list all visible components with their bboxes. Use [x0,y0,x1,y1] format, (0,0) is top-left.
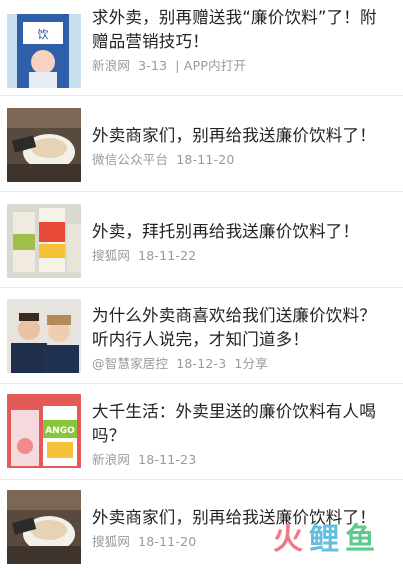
article-title[interactable]: 外卖商家们，别再给我送廉价饮料了！ [92,124,392,148]
juice-box-icon [7,204,81,278]
article-source: 搜狐网 [92,248,131,263]
article-source: @智慧家居控 [92,356,169,371]
watermark-char-2: 鲤 [309,522,345,557]
mango-juice-icon: ANGO [7,394,81,468]
list-item[interactable]: 为什么外卖商喜欢给我们送廉价饮料？听内行人说完，才知门道多！ @智慧家居控 18-… [0,288,403,384]
list-item[interactable]: 外卖，拜托别再给我送廉价饮料了！ 搜狐网 18-11-22 [0,192,403,288]
article-date: 18-11-20 [176,152,235,167]
article-date: 18-12-3 [176,356,227,371]
article-source: 微信公众平台 [92,152,169,167]
coffee-cup-icon [7,490,81,564]
watermark-char-3: 鱼 [345,522,381,557]
article-date: 18-11-20 [138,534,197,549]
article-meta: 新浪网 18-11-23 [92,452,392,468]
article-source: 新浪网 [92,58,131,73]
watermark-char-1: 火 [273,522,309,557]
article-meta: 搜狐网 18-11-22 [92,248,392,264]
article-date: 18-11-23 [138,452,197,467]
article-meta: 微信公众平台 18-11-20 [92,152,392,168]
article-title[interactable]: 求外卖，别再赠送我“廉价饮料”了！附赠品营销技巧！ [92,6,392,54]
article-title[interactable]: 外卖，拜托别再给我送廉价饮料了！ [92,220,392,244]
svg-text:ANGO: ANGO [45,426,75,436]
list-item[interactable]: ANGO 大千生活：外卖里送的廉价饮料有人喝吗？ 新浪网 18-11-23 [0,384,403,480]
article-meta: 新浪网 3-13 | APP内打开 [92,58,392,74]
article-source: 搜狐网 [92,534,131,549]
list-item[interactable]: 外卖商家们，别再给我送廉价饮料了！ 微信公众平台 18-11-20 [0,96,403,192]
article-date: 18-11-22 [138,248,197,263]
svg-text:饮: 饮 [38,28,49,41]
article-date: 3-13 [138,58,168,73]
article-title[interactable]: 为什么外卖商喜欢给我们送廉价饮料？听内行人说完，才知门道多！ [92,304,392,352]
article-source: 新浪网 [92,452,131,467]
share-count: 1分享 [234,356,268,371]
article-title[interactable]: 大千生活：外卖里送的廉价饮料有人喝吗？ [92,400,392,448]
people-photo-icon [7,299,81,373]
watermark-logo: 火 鲤 鱼 [273,516,381,557]
list-item[interactable]: 饮 求外卖，别再赠送我“廉价饮料”了！附赠品营销技巧！ 新浪网 3-13 | APP… [0,0,403,96]
drink-bottle-icon: 饮 [7,14,81,88]
coffee-cup-icon [7,108,81,182]
open-in-app-link[interactable]: | APP内打开 [175,58,246,73]
article-meta: @智慧家居控 18-12-3 1分享 [92,356,392,372]
